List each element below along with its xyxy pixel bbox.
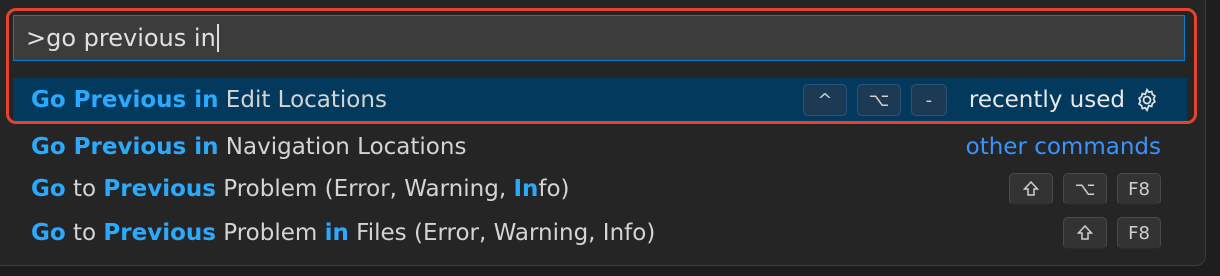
other-commands-link[interactable]: other commands: [966, 134, 1161, 160]
result-item-navigation-locations[interactable]: Go Previous in Navigation Locations othe…: [13, 125, 1187, 169]
label-rest: Edit Locations: [218, 87, 387, 113]
match-highlight: Go Previous in: [31, 134, 219, 160]
label-text: Files (Error, Warning, Info): [348, 220, 656, 246]
keybinding: F8: [1063, 217, 1161, 249]
key-f8: F8: [1117, 173, 1161, 205]
label-text: Problem: [215, 220, 325, 246]
command-input-value[interactable]: >go previous in: [26, 24, 216, 52]
key-minus: -: [910, 84, 947, 116]
key-option: ⌥: [1063, 173, 1107, 205]
match-highlight: Previous: [103, 176, 216, 202]
label-text: to: [65, 176, 104, 202]
result-label: Go to Previous Problem (Error, Warning, …: [31, 176, 1009, 202]
label-text: Problem (Error, Warning,: [215, 176, 514, 202]
key-control: ^: [802, 84, 847, 116]
key-option: ⌥: [856, 84, 901, 116]
label-rest: Navigation Locations: [218, 134, 467, 160]
label-text: fo): [538, 176, 570, 202]
result-item-edit-locations[interactable]: Go Previous in Edit Locations ^ ⌥ - rece…: [13, 78, 1187, 122]
result-item-previous-problem-in-files[interactable]: Go to Previous Problem in Files (Error, …: [13, 211, 1187, 255]
match-highlight: Go: [31, 220, 66, 246]
row-right: other commands: [966, 134, 1161, 160]
result-label: Go to Previous Problem in Files (Error, …: [31, 220, 1063, 246]
match-highlight: Go: [31, 176, 66, 202]
gear-icon[interactable]: [1133, 86, 1161, 114]
match-highlight: In: [513, 176, 539, 202]
command-palette: >go previous in Go Previous in Edit Loca…: [0, 0, 1206, 266]
shift-key-icon: [1063, 217, 1107, 249]
label-text: to: [65, 220, 104, 246]
keybinding: ⌥ F8: [1009, 173, 1161, 205]
match-highlight: Go Previous in: [31, 87, 219, 113]
key-f8: F8: [1117, 217, 1161, 249]
text-caret: [216, 24, 219, 52]
shift-key-icon: [1009, 173, 1053, 205]
recently-used-label: recently used: [968, 87, 1125, 113]
command-input[interactable]: >go previous in: [13, 15, 1185, 61]
keybinding: ^ ⌥ - recently used: [802, 84, 1161, 116]
result-label: Go Previous in Edit Locations: [31, 87, 803, 113]
match-highlight: Previous: [103, 220, 216, 246]
result-label: Go Previous in Navigation Locations: [31, 134, 966, 160]
match-highlight: in: [324, 220, 349, 246]
result-item-previous-problem[interactable]: Go to Previous Problem (Error, Warning, …: [13, 167, 1187, 211]
